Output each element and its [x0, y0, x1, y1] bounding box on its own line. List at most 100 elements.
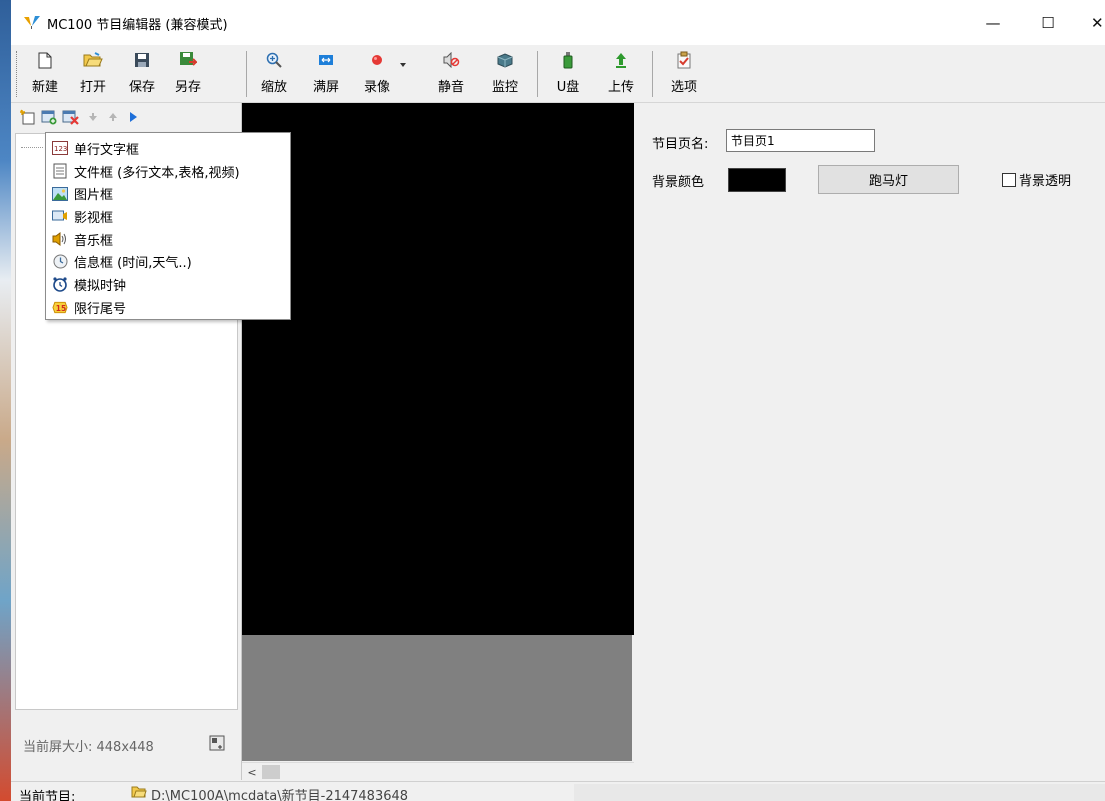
close-button[interactable]: ✕ [1081, 9, 1105, 37]
options-icon [674, 50, 694, 70]
mute-icon [441, 50, 461, 70]
new-file-icon [35, 50, 55, 70]
title-bar: MC100 节目编辑器 (兼容模式) — ☐ ✕ [11, 0, 1105, 45]
record-dropdown-arrow-icon[interactable] [400, 63, 406, 67]
usb-drive-label: U盘 [556, 80, 580, 95]
play-icon[interactable] [124, 108, 142, 126]
background-color-label: 背景颜色 [652, 175, 705, 190]
open-button[interactable]: 打开 [73, 50, 113, 98]
background-transparent-checkbox[interactable]: 背景透明 [1002, 170, 1071, 189]
desktop-background-strip [0, 0, 11, 801]
monitor-button[interactable]: 监控 [485, 50, 525, 98]
fullscreen-icon [316, 50, 336, 70]
canvas-background [242, 635, 632, 761]
menu-item-music-box[interactable]: 音乐框 [46, 228, 290, 251]
svg-text:123: 123 [54, 145, 67, 153]
scroll-left-icon[interactable]: < [245, 764, 259, 780]
move-down-icon[interactable] [84, 108, 102, 126]
info-clock-icon [52, 254, 68, 270]
menu-item-label: 图片框 [74, 188, 114, 204]
menu-item-label: 模拟时钟 [74, 278, 127, 294]
screen-settings-icon[interactable] [209, 735, 225, 751]
page-name-label: 节目页名: [652, 137, 709, 152]
current-program-label: 当前节目: [19, 790, 76, 801]
monitor-icon [495, 50, 515, 70]
current-program-path: D:\MC100A\mcdata\新节目-2147483648 [151, 789, 409, 801]
checkbox-box[interactable] [1002, 172, 1016, 187]
toolbar-separator [652, 51, 653, 97]
menu-item-label: 文件框 (多行文本,表格,视频) [74, 165, 240, 181]
new-page-icon[interactable] [19, 108, 37, 126]
scrollbar-thumb[interactable] [262, 765, 280, 779]
fullscreen-button[interactable]: 满屏 [306, 50, 346, 98]
options-label: 选项 [670, 80, 697, 95]
horizontal-scrollbar[interactable]: < [242, 762, 634, 780]
mute-label: 静音 [437, 80, 464, 95]
open-label: 打开 [79, 80, 106, 95]
menu-item-analog-clock[interactable]: 模拟时钟 [46, 273, 290, 296]
minimize-button[interactable]: — [971, 9, 1015, 37]
tree-toolbar [11, 103, 240, 133]
restriction-badge-icon: 15 [52, 299, 68, 315]
save-as-label: 另存 [174, 80, 201, 95]
menu-item-info-box[interactable]: 信息框 (时间,天气..) [46, 250, 290, 273]
tree-connector-line [21, 147, 43, 148]
insert-window-menu: 123 单行文字框 文件框 (多行文本,表格,视频) 图片框 影视框 音乐框 信… [45, 132, 291, 320]
save-label: 保存 [128, 80, 155, 95]
minimize-icon: — [985, 14, 1001, 32]
single-line-text-icon: 123 [52, 140, 68, 156]
status-bar-panel [574, 784, 1105, 801]
background-transparent-label: 背景透明 [1019, 174, 1072, 189]
save-as-button[interactable]: 另存 [168, 50, 208, 98]
app-window: MC100 节目编辑器 (兼容模式) — ☐ ✕ 新建 打开 保存 另存 缩放 … [11, 0, 1105, 801]
open-folder-icon [83, 50, 103, 70]
open-folder-icon [131, 786, 147, 798]
usb-drive-button[interactable]: U盘 [548, 50, 588, 98]
save-as-icon [178, 50, 198, 70]
menu-item-label: 音乐框 [74, 233, 114, 249]
menu-item-picture-box[interactable]: 图片框 [46, 182, 290, 205]
mute-button[interactable]: 静音 [431, 50, 471, 98]
zoom-button[interactable]: 缩放 [254, 50, 294, 98]
move-up-icon[interactable] [104, 108, 122, 126]
menu-item-plate-restriction[interactable]: 15 限行尾号 [46, 296, 290, 319]
upload-button[interactable]: 上传 [601, 50, 641, 98]
new-button[interactable]: 新建 [25, 50, 65, 98]
background-color-swatch[interactable] [728, 168, 786, 192]
menu-item-single-line-text[interactable]: 123 单行文字框 [46, 137, 290, 160]
options-button[interactable]: 选项 [664, 50, 704, 98]
marquee-button[interactable]: 跑马灯 [818, 165, 959, 194]
menu-item-video-box[interactable]: 影视框 [46, 205, 290, 228]
delete-window-icon[interactable] [62, 108, 80, 126]
menu-item-label: 影视框 [74, 210, 114, 226]
menu-item-label: 单行文字框 [74, 142, 140, 158]
zoom-label: 缩放 [260, 80, 287, 95]
maximize-icon: ☐ [1041, 14, 1055, 32]
upload-label: 上传 [607, 80, 634, 95]
record-label: 录像 [363, 80, 390, 95]
page-properties-panel: 节目页名: 背景颜色 跑马灯 背景透明 [634, 103, 1105, 780]
window-title: MC100 节目编辑器 (兼容模式) [47, 18, 228, 33]
record-button[interactable]: 录像 [357, 50, 397, 98]
add-window-icon[interactable] [40, 108, 58, 126]
app-logo-icon [24, 16, 40, 29]
page-name-input[interactable] [726, 129, 875, 152]
toolbar-separator [537, 51, 538, 97]
upload-icon [611, 50, 631, 70]
video-icon [52, 208, 68, 224]
current-screen-size: 当前屏大小: 448x448 [23, 740, 154, 755]
maximize-button[interactable]: ☐ [1026, 9, 1070, 37]
new-label: 新建 [31, 80, 58, 95]
speaker-icon [52, 231, 68, 247]
toolbar-grip[interactable] [16, 51, 18, 97]
status-bar: 当前节目: D:\MC100A\mcdata\新节目-2147483648 [11, 781, 1105, 801]
led-screen-preview[interactable] [242, 103, 634, 635]
menu-item-file-box[interactable]: 文件框 (多行文本,表格,视频) [46, 160, 290, 183]
alarm-clock-icon [52, 276, 68, 293]
save-button[interactable]: 保存 [122, 50, 162, 98]
close-icon: ✕ [1091, 14, 1104, 32]
toolbar-separator [246, 51, 247, 97]
monitor-label: 监控 [491, 80, 518, 95]
record-icon [367, 50, 387, 70]
menu-item-label: 限行尾号 [74, 301, 127, 317]
